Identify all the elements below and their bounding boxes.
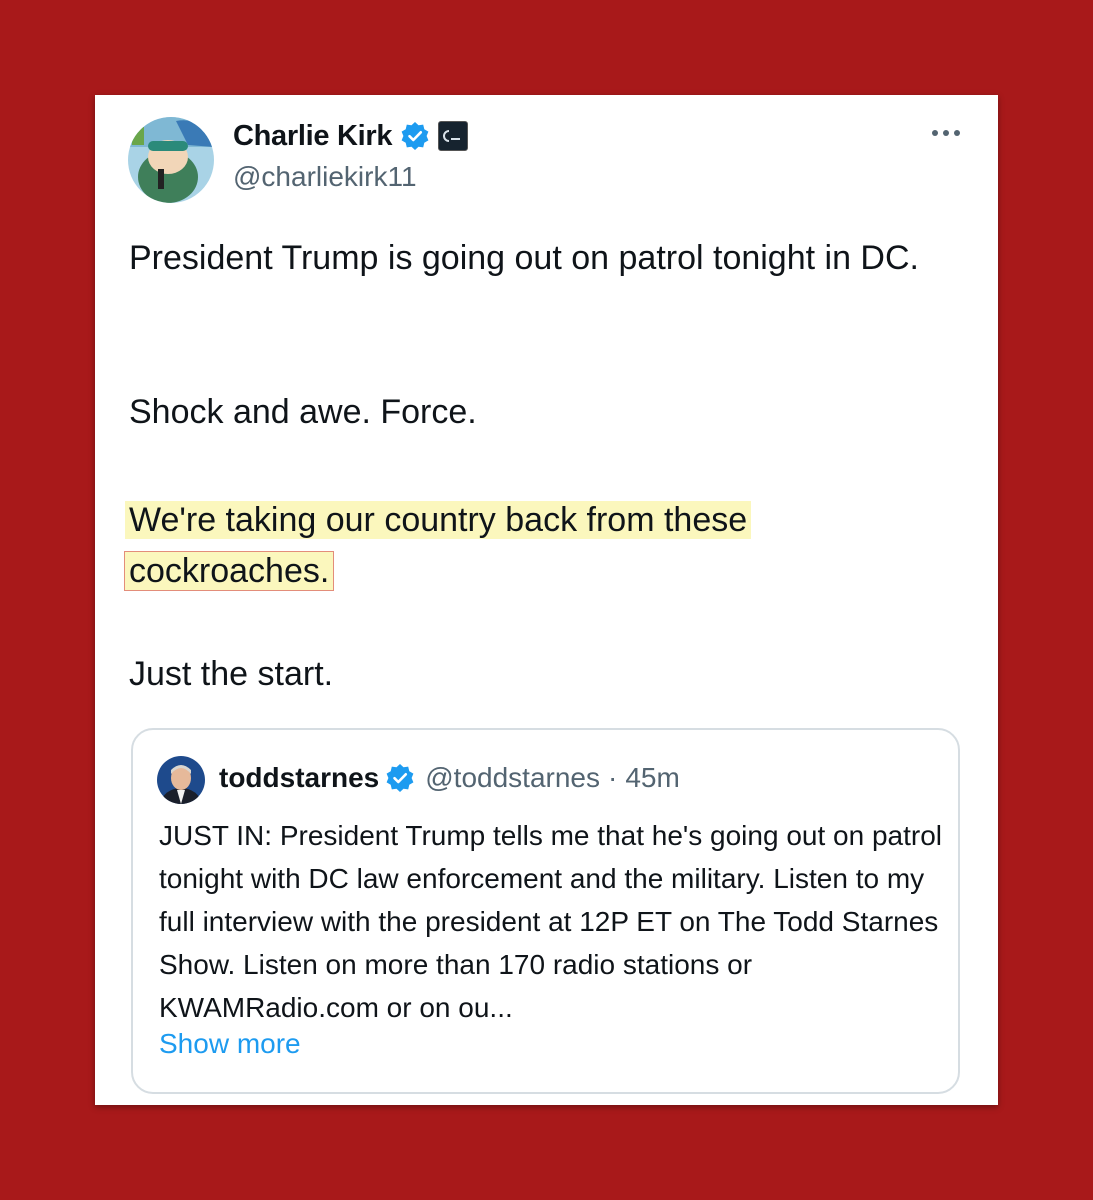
tweet-paragraph: Shock and awe. Force. (129, 393, 477, 431)
tweet-paragraph: Just the start. (129, 655, 334, 693)
show-more-link[interactable]: Show more (159, 1028, 301, 1060)
quoted-timestamp[interactable]: 45m (625, 762, 679, 794)
quoted-tweet-text: JUST IN: President Trump tells me that h… (159, 820, 942, 1023)
tweet-paragraph: President Trump is going out on patrol t… (129, 239, 919, 277)
author-name-row: Charlie Kirk (233, 117, 469, 155)
quoted-tweet[interactable]: toddstarnes @toddstarnes · 45m JUST IN: … (131, 728, 960, 1094)
highlighted-text: We're taking our country back from these (125, 501, 752, 539)
author-avatar[interactable] (128, 117, 214, 203)
boxed-highlighted-text: cockroaches. (123, 551, 335, 591)
verified-badge-icon (400, 121, 430, 151)
author-handle[interactable]: @charliekirk11 (233, 161, 417, 193)
separator-dot: · (608, 762, 618, 793)
quoted-author-name[interactable]: toddstarnes (219, 762, 379, 794)
quoted-author-avatar[interactable] (157, 756, 205, 804)
tweet-card: Charlie Kirk @charliekirk11 President Tr… (95, 95, 998, 1105)
highlighted-paragraph: We're taking our country back from these… (123, 495, 752, 597)
author-name[interactable]: Charlie Kirk (233, 120, 392, 153)
verified-badge-icon (385, 763, 415, 793)
quoted-author-handle[interactable]: @toddstarnes (425, 762, 600, 794)
quoted-tweet-header: toddstarnes @toddstarnes · 45m (219, 758, 680, 798)
more-options-icon[interactable] (928, 123, 964, 143)
affiliation-badge-icon[interactable] (438, 121, 469, 151)
